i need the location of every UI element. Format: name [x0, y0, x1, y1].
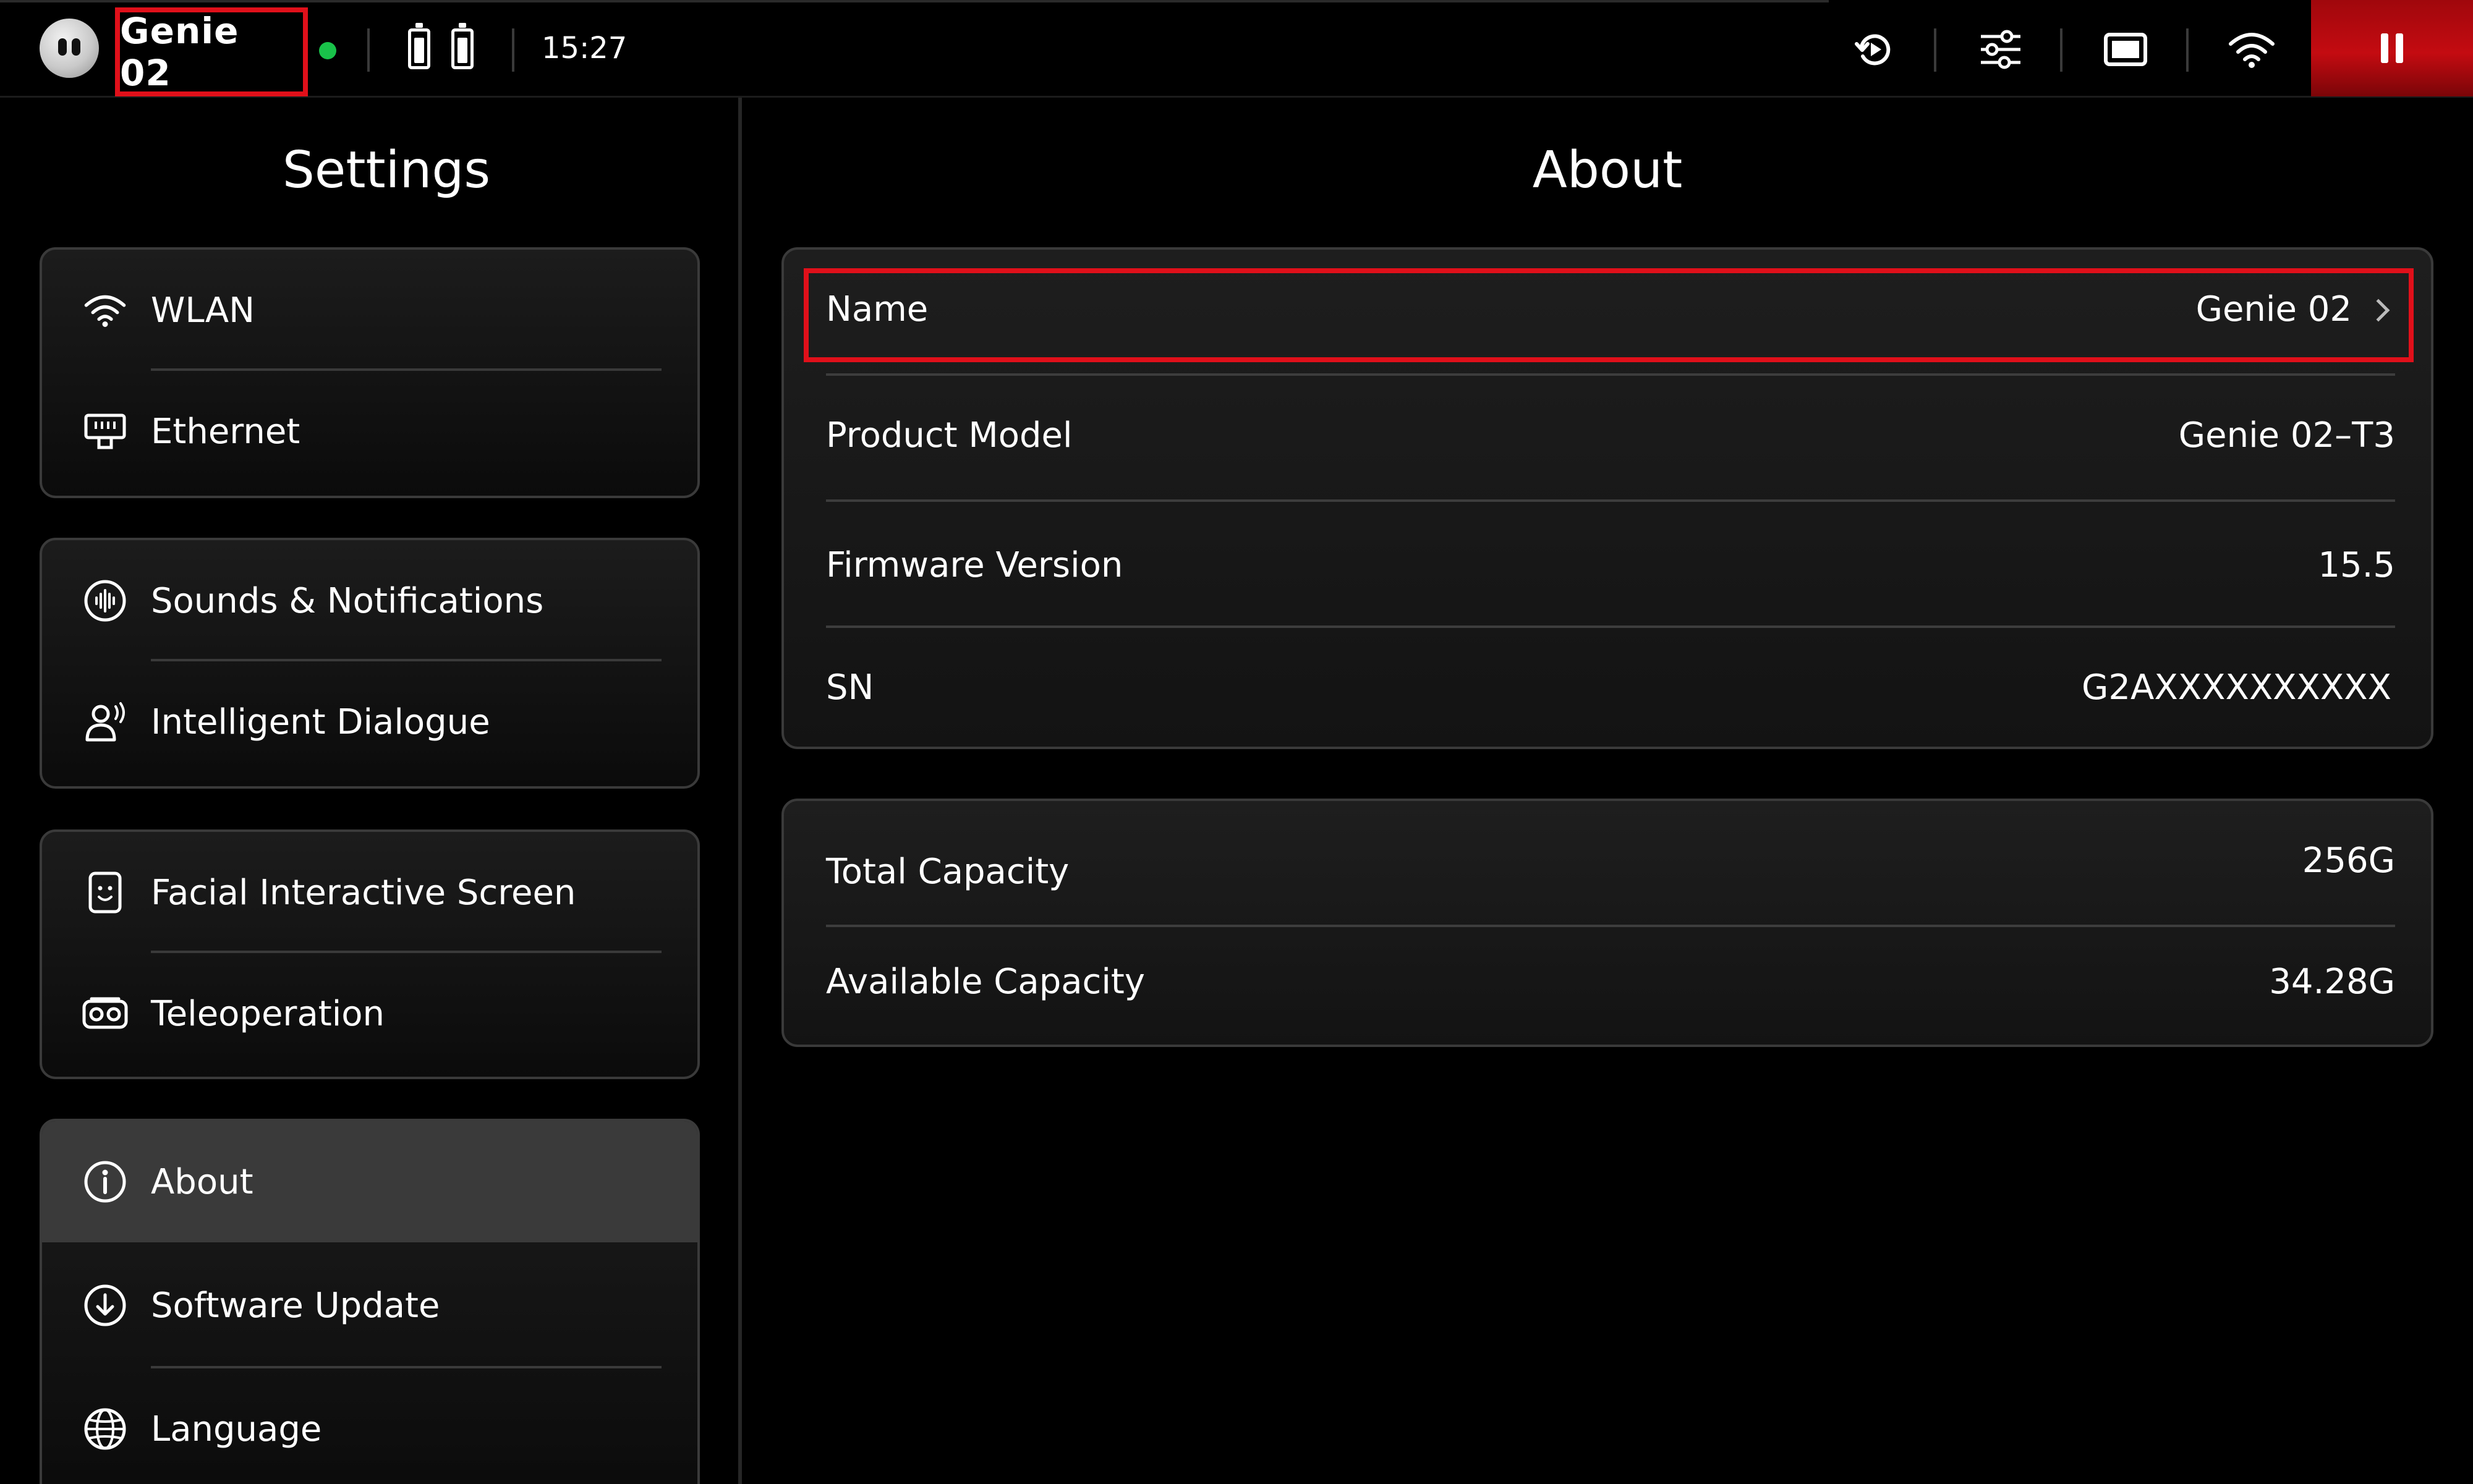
- sidebar-item-label: Ethernet: [151, 411, 300, 452]
- pause-icon: [2381, 33, 2388, 63]
- info-icon: [82, 1158, 129, 1205]
- info-key: Product Model: [826, 415, 1073, 456]
- info-row-available-capacity: Available Capacity 34.28G: [784, 927, 2431, 1045]
- globe-icon: [82, 1406, 129, 1452]
- ethernet-icon: [82, 408, 129, 455]
- toolbar-divider: [1934, 28, 1936, 72]
- info-row-name[interactable]: Name Genie 02: [784, 250, 2431, 376]
- robot-avatar-icon[interactable]: [40, 19, 99, 78]
- sidebar-item-label: Software Update: [151, 1285, 440, 1326]
- sidebar-item-label: Language: [151, 1409, 322, 1449]
- status-bar: Genie 02 15:27: [0, 0, 2473, 98]
- toolbar-divider: [2060, 28, 2062, 72]
- info-value: G2AXXXXXXXXXX: [2082, 668, 2391, 708]
- sidebar-item-label: About: [151, 1161, 253, 1202]
- sidebar-item-language[interactable]: Language: [42, 1368, 697, 1484]
- info-row-sn: SN G2AXXXXXXXXXX: [784, 628, 2431, 747]
- toolbar-divider: [2186, 28, 2189, 72]
- settings-group-audio: Sounds & Notifications Intelligent Dialo…: [40, 538, 700, 789]
- page-title: About: [1532, 141, 1683, 200]
- avatar-eye-left: [58, 38, 67, 56]
- battery-icon: [408, 23, 430, 69]
- clock-time: 15:27: [542, 31, 628, 66]
- device-info-card: Name Genie 02 Product Model Genie 02–T3 …: [781, 247, 2433, 749]
- info-key: Available Capacity: [826, 962, 1146, 1002]
- sidebar-item-intelligent-dialogue[interactable]: Intelligent Dialogue: [42, 661, 697, 782]
- sound-wave-icon: [82, 577, 129, 624]
- info-key: Firmware Version: [826, 545, 1123, 585]
- robot-name-label[interactable]: Genie 02: [115, 7, 308, 96]
- settings-group-system: About Software Update Language: [40, 1119, 700, 1484]
- info-value: Genie 02–T3: [2178, 415, 2395, 456]
- info-row-product-model: Product Model Genie 02–T3: [784, 376, 2431, 502]
- sidebar-item-software-update[interactable]: Software Update: [42, 1242, 697, 1368]
- storage-info-card: Total Capacity 256G Available Capacity 3…: [781, 799, 2433, 1047]
- wifi-icon: [82, 287, 129, 334]
- face-screen-icon: [82, 869, 129, 916]
- info-key: Total Capacity: [826, 852, 1070, 892]
- sidebar-item-sounds-notifications[interactable]: Sounds & Notifications: [42, 540, 697, 661]
- wifi-icon[interactable]: [2226, 23, 2278, 75]
- status-divider: [367, 28, 370, 72]
- settings-group-network: WLAN Ethernet: [40, 247, 700, 498]
- sidebar-item-about[interactable]: About: [42, 1121, 697, 1242]
- info-key: SN: [826, 668, 874, 708]
- battery-icon: [451, 23, 474, 69]
- sidebar-item-label: Intelligent Dialogue: [151, 702, 490, 742]
- info-value: 15.5: [2318, 545, 2395, 585]
- sidebar-item-label: WLAN: [151, 290, 255, 331]
- sidebar-item-label: Facial Interactive Screen: [151, 872, 576, 913]
- info-value: 34.28G: [2269, 962, 2395, 1002]
- name-row-highlight: [804, 268, 2414, 362]
- sliders-icon[interactable]: [1975, 23, 2027, 75]
- info-value: 256G: [2302, 841, 2395, 881]
- status-divider: [512, 28, 514, 72]
- sidebar-item-wlan[interactable]: WLAN: [42, 250, 697, 371]
- info-row-firmware-version: Firmware Version 15.5: [784, 502, 2431, 628]
- avatar-eye-right: [72, 38, 80, 56]
- column-divider: [738, 98, 742, 1484]
- sidebar-item-label: Teleoperation: [151, 993, 385, 1034]
- sidebar-item-teleoperation[interactable]: Teleoperation: [42, 953, 697, 1074]
- sidebar-item-facial-interactive-screen[interactable]: Facial Interactive Screen: [42, 832, 697, 953]
- replay-icon[interactable]: [1849, 23, 1901, 75]
- online-status-indicator: [319, 42, 336, 59]
- sidebar-item-ethernet[interactable]: Ethernet: [42, 371, 697, 492]
- download-icon: [82, 1282, 129, 1329]
- settings-group-interaction: Facial Interactive Screen Teleoperation: [40, 829, 700, 1079]
- pause-button[interactable]: [2311, 0, 2473, 96]
- person-voice-icon: [82, 698, 129, 745]
- settings-title: Settings: [282, 141, 491, 200]
- info-row-total-capacity: Total Capacity 256G: [784, 801, 2431, 927]
- sidebar-item-label: Sounds & Notifications: [151, 580, 544, 621]
- screen-icon[interactable]: [2100, 23, 2152, 75]
- vr-headset-icon: [82, 990, 129, 1037]
- status-bar-top-line: [0, 0, 1829, 2]
